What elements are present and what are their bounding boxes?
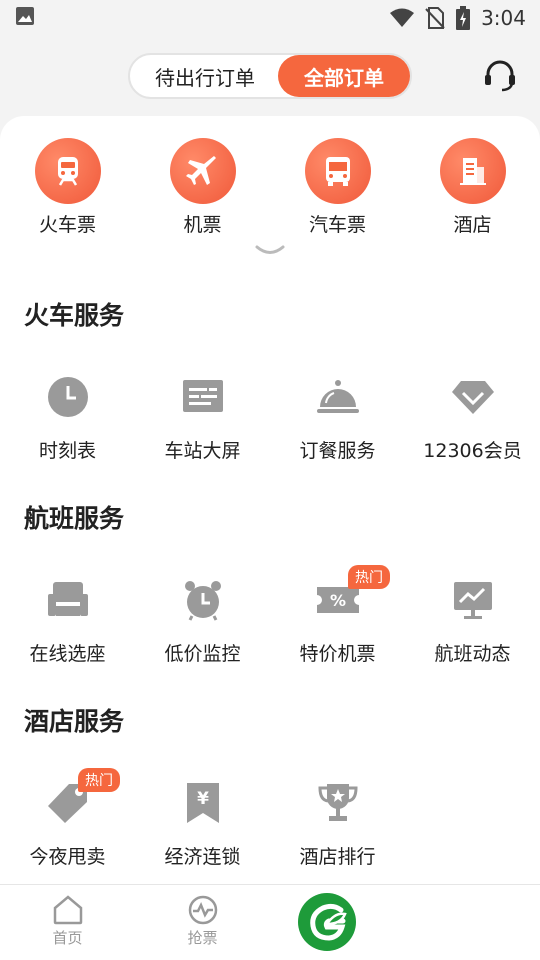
nav-grab-tickets[interactable]: 抢票 — [135, 895, 270, 948]
service-label: 低价监控 — [164, 643, 241, 665]
hotel-service-budget-chains[interactable]: ¥ 经济连锁 — [135, 780, 270, 869]
svg-text:%: % — [329, 591, 345, 610]
train-service-meal-order[interactable]: 订餐服务 — [270, 374, 405, 463]
alarm-icon — [180, 577, 226, 623]
order-tabs: 待出行订单 全部订单 — [128, 53, 412, 99]
service-label: 特价机票 — [299, 643, 376, 665]
customer-service-icon[interactable] — [480, 56, 520, 96]
flight-service-price-monitor[interactable]: 低价监控 — [135, 577, 270, 666]
trend-monitor-icon — [450, 577, 496, 623]
battery-charging-icon — [456, 6, 471, 30]
service-label: 机票 — [183, 214, 222, 236]
cloche-icon — [315, 374, 361, 420]
status-bar: 3:04 — [0, 0, 540, 36]
flight-services-grid: 在线选座 低价监控 % 热门 特价机票 航班动态 — [0, 565, 540, 666]
services-card: 火车票 机票 汽车票 酒店 火车服务 时刻表 车站大屏 订餐服务 12306会员… — [0, 116, 540, 884]
train-service-station-board[interactable]: 车站大屏 — [135, 374, 270, 463]
service-label: 今夜甩卖 — [29, 846, 106, 868]
service-flight-ticket[interactable]: 机票 — [135, 138, 270, 237]
pulse-icon — [188, 895, 217, 925]
tab-pending-orders[interactable]: 待出行订单 — [130, 55, 280, 97]
section-title-flight: 航班服务 — [24, 504, 125, 533]
clock-time: 3:04 — [481, 6, 526, 30]
order-header: 待出行订单 全部订单 — [0, 36, 540, 116]
train-icon — [34, 138, 101, 204]
service-train-ticket[interactable]: 火车票 — [0, 138, 135, 237]
app-logo-icon[interactable] — [298, 893, 356, 951]
service-label: 火车票 — [38, 214, 96, 236]
trophy-icon — [315, 780, 361, 826]
service-label: 经济连锁 — [164, 846, 241, 868]
section-title-train: 火车服务 — [24, 301, 125, 330]
clock-icon — [45, 374, 91, 420]
hot-badge: 热门 — [78, 768, 120, 792]
train-service-member[interactable]: 12306会员 — [405, 374, 540, 463]
service-label: 时刻表 — [38, 440, 96, 462]
plane-icon — [169, 138, 236, 204]
service-label: 12306会员 — [423, 440, 522, 462]
service-label: 在线选座 — [29, 643, 106, 665]
nav-home[interactable]: 首页 — [0, 895, 135, 948]
hotel-services-grid: 热门 今夜甩卖 ¥ 经济连锁 酒店排行 — [0, 768, 540, 869]
tab-all-orders[interactable]: 全部订单 — [278, 55, 410, 97]
train-services-grid: 时刻表 车站大屏 订餐服务 12306会员 — [0, 374, 540, 463]
flight-service-discount-tickets[interactable]: % 热门 特价机票 — [270, 565, 405, 666]
service-label: 车站大屏 — [164, 440, 241, 462]
flight-service-seat-selection[interactable]: 在线选座 — [0, 577, 135, 666]
service-label: 酒店 — [453, 214, 492, 236]
hot-badge: 热门 — [348, 565, 390, 589]
service-label: 酒店排行 — [299, 846, 376, 868]
nav-label: 首页 — [52, 929, 83, 947]
yen-bookmark-icon: ¥ — [180, 780, 226, 826]
hotel-service-tonight-deals[interactable]: 热门 今夜甩卖 — [0, 768, 135, 869]
no-sim-icon — [425, 7, 445, 29]
bottom-nav: 首页 抢票 — [0, 884, 540, 960]
wifi-icon — [390, 8, 415, 27]
service-label: 汽车票 — [308, 214, 366, 236]
nav-label: 抢票 — [187, 929, 218, 947]
board-icon — [180, 374, 226, 420]
section-title-hotel: 酒店服务 — [24, 707, 125, 736]
service-label: 航班动态 — [434, 643, 511, 665]
svg-text:¥: ¥ — [197, 789, 209, 809]
diamond-icon — [450, 374, 496, 420]
gallery-notification-icon — [16, 7, 34, 25]
home-icon — [53, 895, 82, 925]
hotel-service-ranking[interactable]: 酒店排行 — [270, 780, 405, 869]
service-bus-ticket[interactable]: 汽车票 — [270, 138, 405, 237]
top-services: 火车票 机票 汽车票 酒店 — [0, 138, 540, 237]
bus-icon — [304, 138, 371, 204]
service-hotel[interactable]: 酒店 — [405, 138, 540, 237]
hotel-icon — [439, 138, 506, 204]
chevron-down-icon[interactable] — [254, 244, 286, 258]
flight-service-status[interactable]: 航班动态 — [405, 577, 540, 666]
seat-icon — [45, 577, 91, 623]
service-label: 订餐服务 — [299, 440, 376, 462]
train-service-timetable[interactable]: 时刻表 — [0, 374, 135, 463]
